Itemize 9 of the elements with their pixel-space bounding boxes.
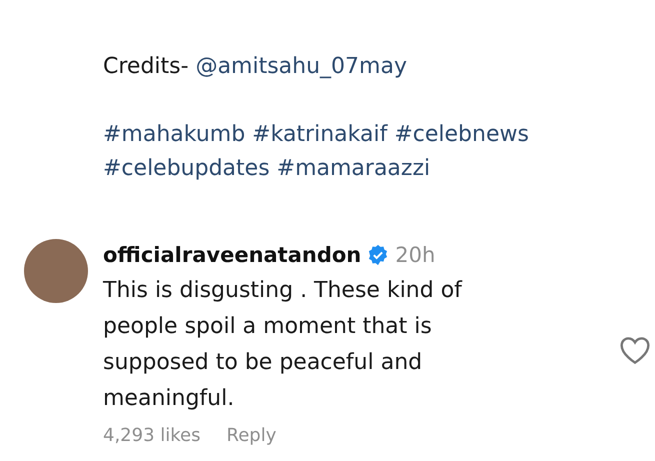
likes-count: 4,293 likes [103,425,200,446]
comment-text: This is disgusting . These kind of people spoil a moment that is supposed to be peaceful and meaningful. [103,277,464,413]
mention-link[interactable]: @amitsahu_07may [196,50,407,84]
credits-label: Credits- [103,53,189,81]
username-link[interactable]: officialraveenatandon [103,243,362,267]
hashtag-links[interactable]: #mahakumb #katrinakaif #celebnews [103,118,529,152]
hashtag-links[interactable]: #celebupdates #mamaraazzi [103,152,430,186]
comment-time: 20h [395,243,436,267]
heart-icon[interactable] [619,335,651,365]
